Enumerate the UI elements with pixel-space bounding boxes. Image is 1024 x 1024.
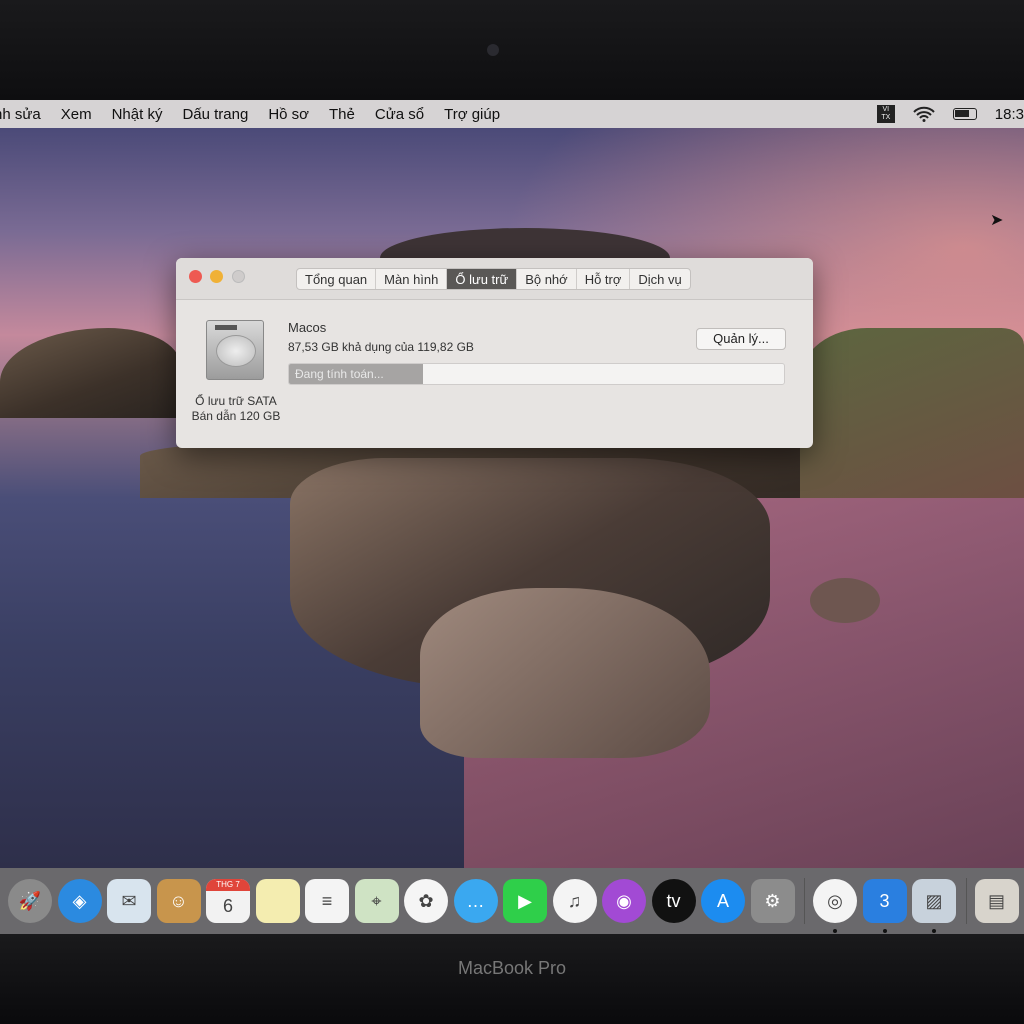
volume-available: 87,53 GB khả dụng của 119,82 GB	[288, 340, 474, 354]
menu-help[interactable]: Trợ giúp	[444, 106, 500, 123]
dock-launchpad-icon[interactable]: 🚀	[8, 879, 52, 923]
menu-bookmarks[interactable]: Dấu trang	[182, 106, 248, 123]
dock-chrome-icon[interactable]: ◎	[813, 879, 857, 933]
tab-storage[interactable]: Ổ lưu trữ	[447, 269, 518, 289]
tab-overview[interactable]: Tổng quan	[297, 269, 377, 289]
camera	[487, 44, 499, 56]
screen-bezel-top	[0, 0, 1024, 100]
dock-calendar-icon[interactable]: 6 THG 7	[206, 879, 250, 923]
clock[interactable]: 18:3	[995, 106, 1024, 123]
running-indicator	[932, 929, 936, 933]
close-button[interactable]	[189, 270, 202, 283]
tab-service[interactable]: Dịch vụ	[630, 269, 689, 289]
desktop-wallpaper: ➤	[0, 128, 1024, 868]
tab-memory[interactable]: Bộ nhớ	[517, 269, 577, 289]
dock-safari-icon[interactable]: ◈	[57, 879, 102, 923]
dock-notes-icon[interactable]	[255, 879, 300, 923]
dock-apple-tv-icon[interactable]: tv	[651, 879, 696, 923]
tab-bar: Tổng quan Màn hình Ổ lưu trữ Bộ nhớ Hỗ t…	[296, 268, 691, 290]
dock-system-preferences-icon[interactable]: ⚙	[750, 879, 795, 923]
zoom-button[interactable]	[232, 270, 245, 283]
dock-reminders-icon[interactable]: ≡	[305, 879, 349, 923]
brand-label: MacBook Pro	[457, 958, 567, 978]
dock-maps-icon[interactable]: ⌖	[354, 879, 399, 923]
input-method-icon[interactable]: VI TX	[876, 105, 895, 123]
hard-drive-icon	[206, 320, 264, 380]
wifi-icon[interactable]	[913, 106, 935, 122]
input-method-line2: TX	[881, 114, 891, 121]
dock-podcasts-icon[interactable]: ◉	[602, 879, 646, 923]
dock-css3-icon[interactable]: 3	[862, 879, 907, 933]
status-area: VI TX 18:3	[876, 100, 1024, 128]
mouse-cursor: ➤	[990, 212, 1004, 229]
storage-bar-fill: Đang tính toán...	[289, 364, 423, 384]
disk-size: Bán dẫn 120 GB	[191, 409, 281, 423]
window-titlebar: Tổng quan Màn hình Ổ lưu trữ Bộ nhớ Hỗ t…	[176, 258, 813, 300]
about-this-mac-window: Tổng quan Màn hình Ổ lưu trữ Bộ nhớ Hỗ t…	[176, 258, 813, 448]
dock-photos-icon[interactable]: ✿	[404, 879, 448, 923]
minimize-button[interactable]	[210, 270, 223, 283]
menu-window[interactable]: Cửa sổ	[375, 106, 424, 123]
dock-facetime-icon[interactable]: ▶	[503, 879, 547, 923]
dock-separator	[804, 878, 805, 924]
storage-bar: Đang tính toán...	[288, 363, 785, 385]
menu-bar: nh sửa Xem Nhật ký Dấu trang Hồ sơ Thẻ C…	[0, 100, 1024, 128]
dock-preview-icon[interactable]: ▨	[912, 879, 956, 933]
running-indicator	[833, 929, 837, 933]
input-method-line1: VI	[882, 106, 890, 113]
running-indicator	[882, 929, 887, 933]
manage-button[interactable]: Quản lý...	[696, 328, 786, 350]
menu-edit[interactable]: nh sửa	[0, 106, 41, 123]
dock-documents-icon[interactable]: ▤	[974, 879, 1019, 923]
menu-view[interactable]: Xem	[61, 106, 92, 123]
dock-music-icon[interactable]: ♫	[552, 879, 597, 923]
battery-icon[interactable]	[952, 108, 977, 120]
menu-profiles[interactable]: Hồ sơ	[268, 106, 309, 123]
dock-mail-icon[interactable]: ✉	[107, 879, 151, 923]
disk-type: Ổ lưu trữ SATA	[195, 394, 277, 408]
dock: 🚀 ◈ ✉ ☺ 6 THG 7 ≡ ⌖ ✿… ▶ ♫ ◉ tv A ⚙ ◎ 3 ▨ ▤	[0, 868, 1024, 934]
tab-support[interactable]: Hỗ trợ	[577, 269, 631, 289]
menu-tab[interactable]: Thẻ	[329, 106, 355, 123]
dock-app-store-icon[interactable]: A	[701, 879, 745, 923]
volume-name: Macos	[288, 320, 327, 335]
dock-messages-icon[interactable]: …	[453, 879, 498, 923]
dock-separator	[965, 878, 967, 924]
calendar-month-label: THG 7	[206, 879, 250, 891]
tab-displays[interactable]: Màn hình	[376, 269, 448, 289]
disk-caption: Ổ lưu trữ SATA Bán dẫn 120 GB	[186, 394, 286, 424]
dock-contacts-icon[interactable]: ☺	[156, 879, 201, 923]
screen-bezel-bottom: MacBook Pro	[0, 934, 1024, 1024]
menu-history[interactable]: Nhật ký	[112, 106, 163, 123]
